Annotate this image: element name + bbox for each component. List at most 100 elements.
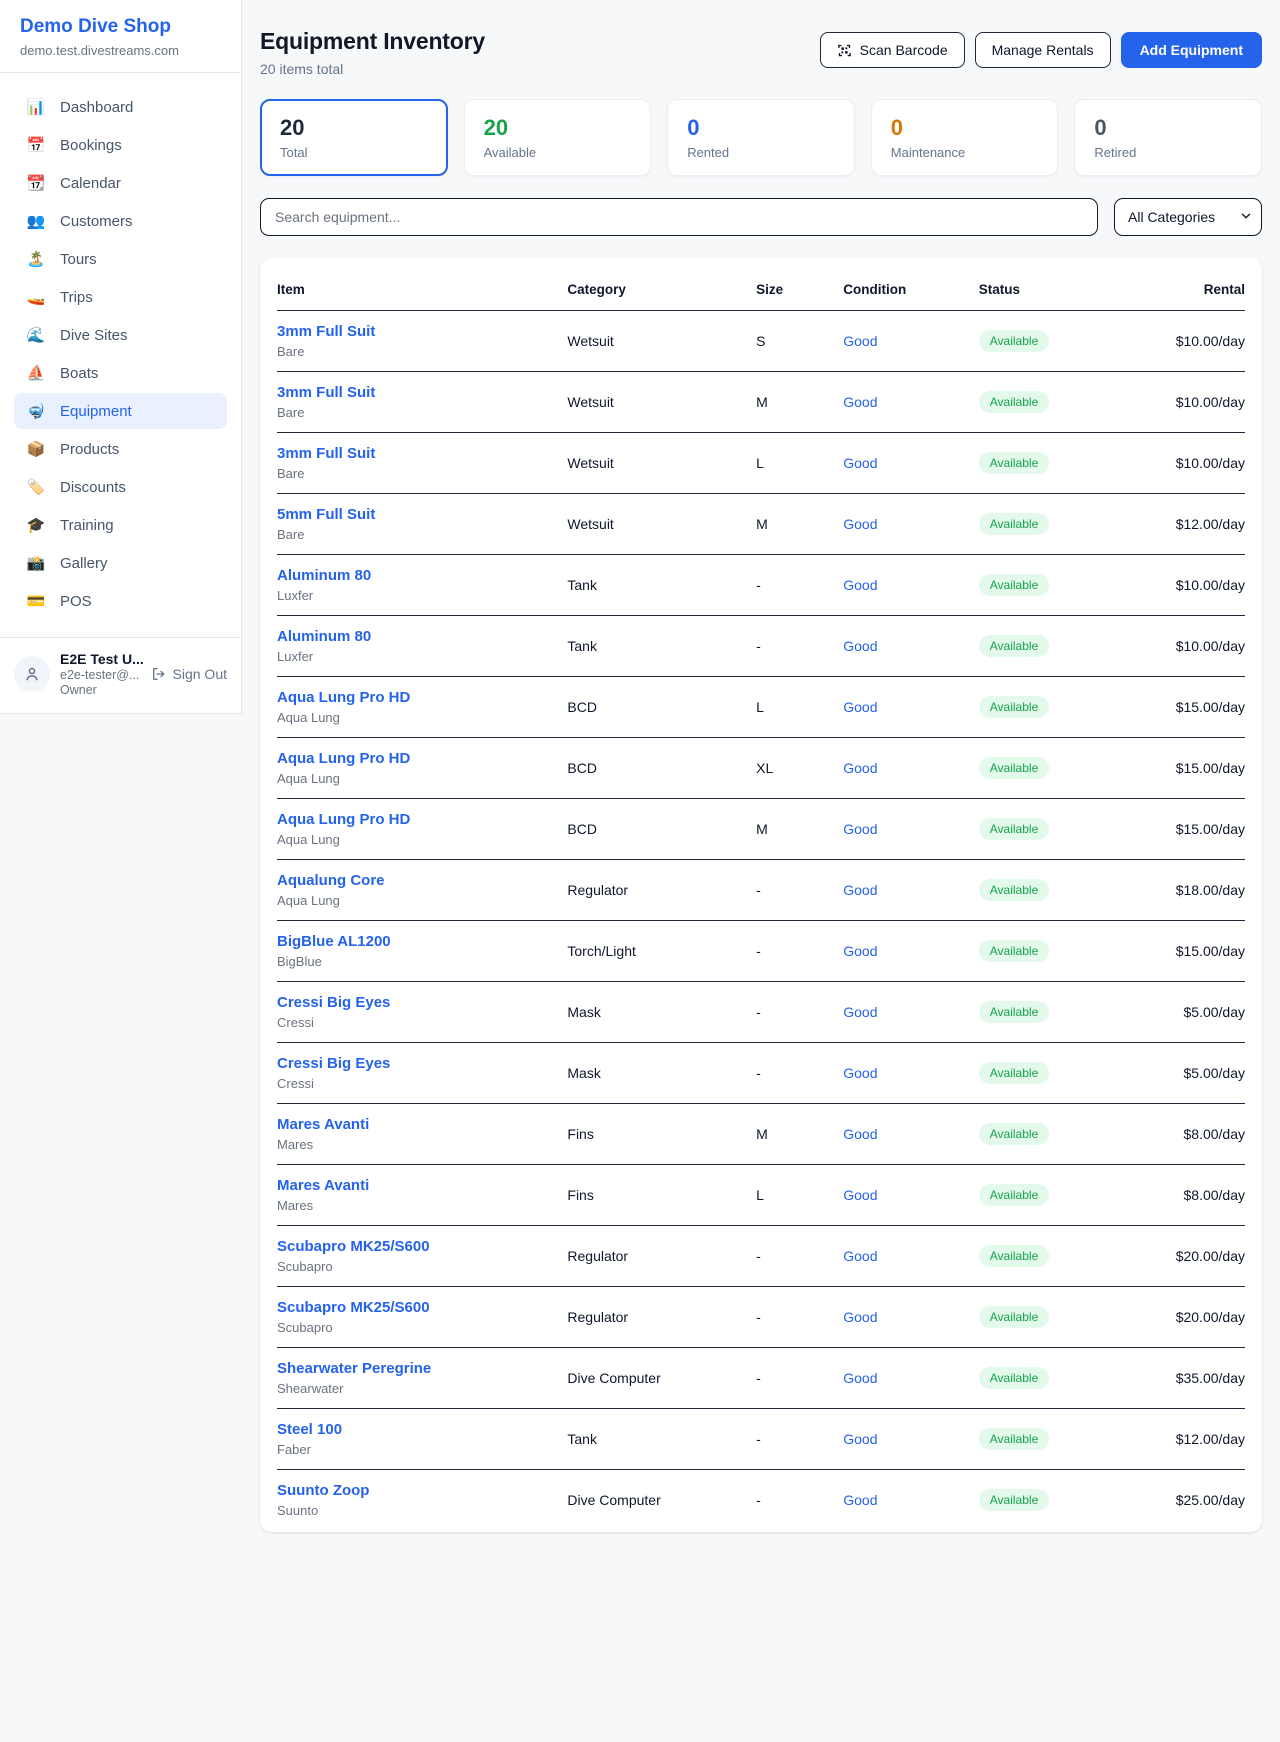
item-name-link[interactable]: Steel 100 (277, 1421, 559, 1438)
item-category: BCD (567, 738, 756, 799)
sidebar-item-dashboard[interactable]: 📊Dashboard (14, 89, 227, 125)
condition-link[interactable]: Good (843, 943, 877, 959)
item-name-link[interactable]: Mares Avanti (277, 1116, 559, 1133)
stats-row: 20Total20Available0Rented0Maintenance0Re… (260, 99, 1262, 176)
item-name-link[interactable]: Suunto Zoop (277, 1482, 559, 1499)
item-name-link[interactable]: 3mm Full Suit (277, 445, 559, 462)
bar-chart-icon: 📊 (26, 98, 46, 116)
table-row: Aqualung CoreAqua LungRegulator-GoodAvai… (277, 860, 1245, 921)
sidebar-item-boats[interactable]: ⛵Boats (14, 355, 227, 391)
condition-link[interactable]: Good (843, 1370, 877, 1386)
condition-link[interactable]: Good (843, 1492, 877, 1508)
sidebar-item-equipment[interactable]: 🤿Equipment (14, 393, 227, 429)
condition-link[interactable]: Good (843, 516, 877, 532)
person-icon (23, 665, 41, 683)
condition-link[interactable]: Good (843, 882, 877, 898)
item-name-link[interactable]: 3mm Full Suit (277, 323, 559, 340)
condition-link[interactable]: Good (843, 1248, 877, 1264)
table-header-row: Item Category Size Condition Status Rent… (277, 264, 1245, 311)
island-icon: 🏝️ (26, 250, 46, 268)
item-name-link[interactable]: Aqua Lung Pro HD (277, 750, 559, 767)
sidebar-item-training[interactable]: 🎓Training (14, 507, 227, 543)
status-badge: Available (979, 1245, 1049, 1267)
stat-label: Retired (1094, 145, 1242, 160)
sidebar-item-dive-sites[interactable]: 🌊Dive Sites (14, 317, 227, 353)
camera-icon: 📸 (26, 554, 46, 572)
item-name-link[interactable]: Scubapro MK25/S600 (277, 1238, 559, 1255)
item-name-link[interactable]: Mares Avanti (277, 1177, 559, 1194)
item-name-link[interactable]: Cressi Big Eyes (277, 1055, 559, 1072)
stat-card-retired[interactable]: 0Retired (1074, 99, 1262, 176)
sidebar-item-trips[interactable]: 🚤Trips (14, 279, 227, 315)
category-select[interactable]: All Categories (1114, 198, 1262, 236)
item-name-link[interactable]: BigBlue AL1200 (277, 933, 559, 950)
condition-link[interactable]: Good (843, 1187, 877, 1203)
stat-card-maintenance[interactable]: 0Maintenance (871, 99, 1059, 176)
condition-link[interactable]: Good (843, 1065, 877, 1081)
sidebar-item-tours[interactable]: 🏝️Tours (14, 241, 227, 277)
sidebar-item-calendar[interactable]: 📆Calendar (14, 165, 227, 201)
wave-icon: 🌊 (26, 326, 46, 344)
tear-calendar-icon: 📆 (26, 174, 46, 192)
item-name-link[interactable]: Aluminum 80 (277, 567, 559, 584)
table-row: Mares AvantiMaresFinsLGoodAvailable$8.00… (277, 1165, 1245, 1226)
condition-link[interactable]: Good (843, 638, 877, 654)
sidebar-item-bookings[interactable]: 📅Bookings (14, 127, 227, 163)
manage-rentals-button[interactable]: Manage Rentals (975, 32, 1111, 68)
item-brand: Aqua Lung (277, 893, 559, 908)
item-name-link[interactable]: Shearwater Peregrine (277, 1360, 559, 1377)
condition-link[interactable]: Good (843, 394, 877, 410)
stat-card-total[interactable]: 20Total (260, 99, 448, 176)
item-name-link[interactable]: Aluminum 80 (277, 628, 559, 645)
sidebar-item-label: Training (60, 517, 114, 534)
condition-link[interactable]: Good (843, 1126, 877, 1142)
item-name-link[interactable]: Scubapro MK25/S600 (277, 1299, 559, 1316)
condition-link[interactable]: Good (843, 1004, 877, 1020)
condition-link[interactable]: Good (843, 699, 877, 715)
item-name-link[interactable]: 3mm Full Suit (277, 384, 559, 401)
scan-barcode-button[interactable]: Scan Barcode (820, 32, 965, 68)
condition-link[interactable]: Good (843, 1431, 877, 1447)
item-size: L (756, 433, 843, 494)
condition-link[interactable]: Good (843, 455, 877, 471)
sidebar-item-pos[interactable]: 💳POS (14, 583, 227, 619)
condition-link[interactable]: Good (843, 821, 877, 837)
item-size: - (756, 1348, 843, 1409)
item-name-link[interactable]: Aqualung Core (277, 872, 559, 889)
stat-card-rented[interactable]: 0Rented (667, 99, 855, 176)
search-input[interactable] (260, 198, 1098, 236)
table-row: Aqua Lung Pro HDAqua LungBCDMGoodAvailab… (277, 799, 1245, 860)
status-badge: Available (979, 1367, 1049, 1389)
item-brand: Faber (277, 1442, 559, 1457)
status-badge: Available (979, 1306, 1049, 1328)
add-equipment-button[interactable]: Add Equipment (1121, 32, 1262, 68)
item-size: - (756, 555, 843, 616)
sidebar-item-discounts[interactable]: 🏷️Discounts (14, 469, 227, 505)
sidebar-item-label: Equipment (60, 403, 132, 420)
table-row: Cressi Big EyesCressiMask-GoodAvailable$… (277, 1043, 1245, 1104)
table-row: Suunto ZoopSuuntoDive Computer-GoodAvail… (277, 1470, 1245, 1531)
item-name-link[interactable]: Cressi Big Eyes (277, 994, 559, 1011)
rental-price: $35.00/day (1124, 1348, 1245, 1409)
condition-link[interactable]: Good (843, 1309, 877, 1325)
brand-title[interactable]: Demo Dive Shop (20, 16, 221, 38)
sidebar-item-gallery[interactable]: 📸Gallery (14, 545, 227, 581)
user-block: E2E Test U... e2e-tester@... Owner Sign … (0, 637, 241, 713)
stat-card-available[interactable]: 20Available (464, 99, 652, 176)
sidebar-item-label: Trips (60, 289, 93, 306)
item-name-link[interactable]: Aqua Lung Pro HD (277, 689, 559, 706)
table-row: 3mm Full SuitBareWetsuitSGoodAvailable$1… (277, 311, 1245, 372)
condition-link[interactable]: Good (843, 760, 877, 776)
sidebar-item-customers[interactable]: 👥Customers (14, 203, 227, 239)
rental-price: $20.00/day (1124, 1226, 1245, 1287)
status-badge: Available (979, 1062, 1049, 1084)
status-badge: Available (979, 1184, 1049, 1206)
condition-link[interactable]: Good (843, 577, 877, 593)
item-name-link[interactable]: Aqua Lung Pro HD (277, 811, 559, 828)
condition-link[interactable]: Good (843, 333, 877, 349)
sign-out-button[interactable]: Sign Out (151, 666, 227, 682)
table-row: Aqua Lung Pro HDAqua LungBCDLGoodAvailab… (277, 677, 1245, 738)
sidebar-item-products[interactable]: 📦Products (14, 431, 227, 467)
item-brand: Shearwater (277, 1381, 559, 1396)
item-name-link[interactable]: 5mm Full Suit (277, 506, 559, 523)
